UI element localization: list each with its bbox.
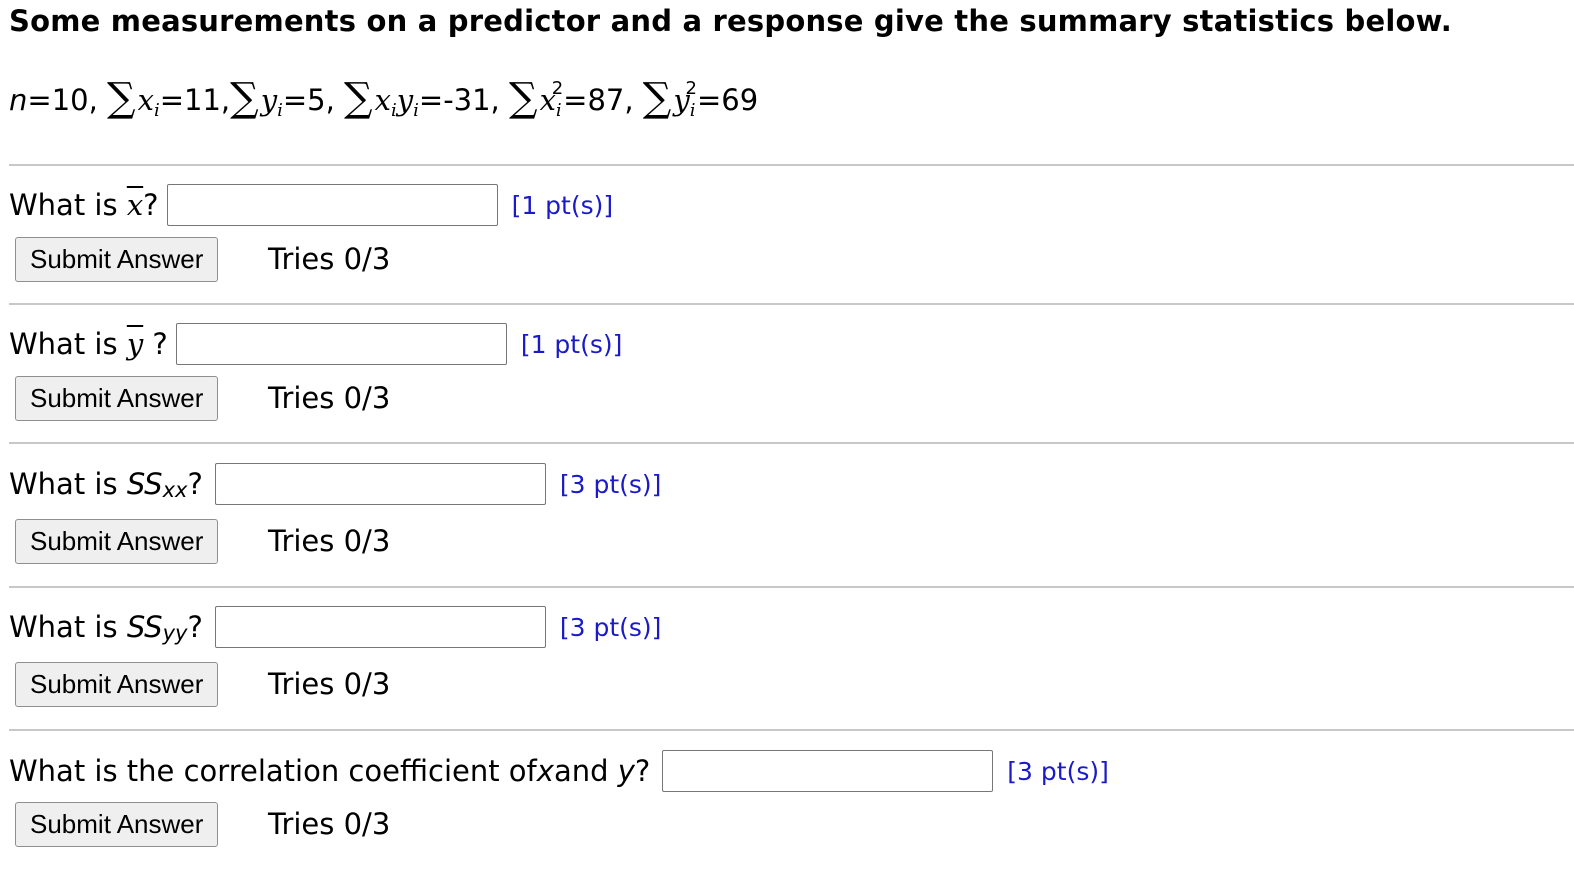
sum-x2-sigma: ∑	[509, 75, 538, 121]
question-text: What is the correlation coefficient of	[9, 754, 537, 788]
y-variable: y	[617, 754, 635, 788]
sum-y-value: =5,	[282, 83, 335, 117]
tries-counter: Tries 0/3	[268, 807, 391, 841]
question-prefix: What is	[9, 327, 118, 361]
x-variable: x	[536, 754, 554, 788]
question-correlation: What is the correlation coefficient of x…	[9, 750, 1109, 792]
sum-x-var: x	[137, 83, 154, 117]
points-label: [3 pt(s)]	[559, 612, 662, 642]
submit-answer-button[interactable]: Submit Answer	[15, 662, 219, 707]
sum-y-index: i	[277, 99, 283, 121]
mean-x-answer-input[interactable]	[166, 184, 498, 226]
points-label: [1 pt(s)]	[511, 190, 614, 220]
question-mean-y: What is y ? [1 pt(s)]	[9, 323, 622, 365]
ssyy-symbol: SSyy	[126, 610, 188, 645]
question-suffix: ?	[634, 754, 651, 788]
tries-counter: Tries 0/3	[268, 242, 391, 276]
ssyy-answer-input[interactable]	[214, 606, 546, 648]
sum-x-index: i	[153, 99, 160, 121]
sum-x2-power: 2	[551, 77, 564, 99]
question-suffix: ?	[187, 610, 203, 644]
question-suffix: ?	[152, 327, 168, 361]
correlation-answer-input[interactable]	[662, 750, 994, 792]
sum-xy-sigma: ∑	[344, 75, 373, 121]
submit-answer-button[interactable]: Submit Answer	[15, 237, 219, 282]
x-bar-symbol: x	[126, 188, 144, 222]
question-text-and: and	[553, 754, 609, 788]
sum-y-var: y	[260, 83, 278, 117]
sum-x2-index: i	[555, 99, 562, 121]
submit-answer-button[interactable]: Submit Answer	[15, 802, 219, 847]
question-suffix: ?	[187, 467, 203, 501]
sum-y2-value: =69	[696, 83, 759, 117]
ssxx-symbol: SSxx	[126, 467, 188, 502]
sum-xy-value: =-31,	[418, 83, 500, 117]
tries-counter: Tries 0/3	[268, 524, 391, 558]
sum-x-value: =11,	[159, 83, 231, 117]
n-value: =10,	[27, 83, 98, 117]
question-mean-x: What is x? [1 pt(s)]	[9, 184, 613, 226]
sum-y2-sigma: ∑	[642, 75, 672, 121]
question-prefix: What is	[9, 467, 118, 501]
ssxx-answer-input[interactable]	[214, 463, 546, 505]
question-prefix: What is	[9, 610, 118, 644]
divider	[9, 164, 1574, 166]
sum-xy-var-y: y	[396, 83, 414, 117]
y-bar-symbol: y	[126, 327, 144, 361]
divider	[9, 303, 1574, 305]
sum-y2-power: 2	[685, 77, 697, 99]
sum-y2-index: i	[689, 99, 696, 121]
sum-xy-index-y: i	[413, 99, 419, 121]
sum-x2-value: =87,	[563, 83, 634, 117]
summary-statistics: n =10, ∑ xi =11, ∑ yi =5, ∑ xiyi =-31, ∑…	[9, 68, 758, 132]
sum-xy-var-x: x	[374, 83, 391, 117]
question-suffix: ?	[143, 188, 159, 222]
tries-counter: Tries 0/3	[268, 667, 391, 701]
n-symbol: n	[9, 83, 28, 117]
question-ssyy: What is SSyy? [3 pt(s)]	[9, 606, 661, 648]
divider	[9, 586, 1574, 588]
divider	[9, 442, 1574, 444]
question-ssxx: What is SSxx? [3 pt(s)]	[9, 463, 661, 505]
mean-y-answer-input[interactable]	[175, 323, 507, 365]
points-label: [3 pt(s)]	[1007, 756, 1109, 786]
sum-x-sigma: ∑	[107, 75, 136, 121]
question-prefix: What is	[9, 188, 118, 222]
divider	[9, 729, 1574, 731]
tries-counter: Tries 0/3	[268, 381, 391, 415]
page-title: Some measurements on a predictor and a r…	[9, 4, 1452, 38]
points-label: [1 pt(s)]	[520, 329, 623, 359]
points-label: [3 pt(s)]	[559, 469, 662, 499]
submit-answer-button[interactable]: Submit Answer	[15, 519, 219, 564]
submit-answer-button[interactable]: Submit Answer	[15, 376, 219, 421]
sum-y-sigma: ∑	[230, 75, 259, 121]
